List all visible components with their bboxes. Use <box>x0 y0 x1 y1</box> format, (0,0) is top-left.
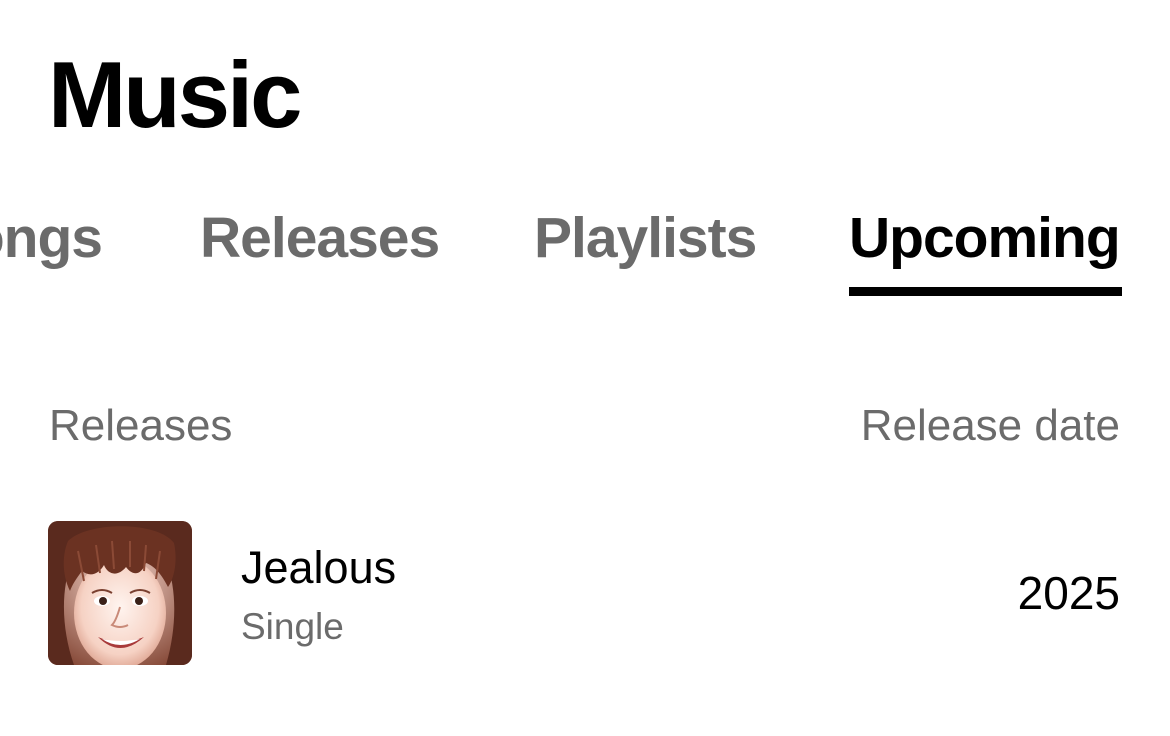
tab-playlists[interactable]: Playlists <box>534 198 757 278</box>
column-header-releases: Releases <box>49 401 233 450</box>
page-title: Music <box>48 42 302 147</box>
tab-bar: ongs Releases Playlists Upcoming <box>0 198 1170 298</box>
active-tab-indicator <box>849 287 1122 296</box>
list-item[interactable]: Jealous Single 2025 <box>0 520 1170 666</box>
release-type: Single <box>241 606 344 647</box>
tab-releases[interactable]: Releases <box>200 198 440 278</box>
tab-upcoming[interactable]: Upcoming <box>849 198 1121 278</box>
column-header-release-date: Release date <box>860 401 1120 450</box>
album-artwork <box>48 521 192 665</box>
release-title: Jealous <box>241 542 397 593</box>
tab-songs[interactable]: ongs <box>0 198 103 278</box>
release-date: 2025 <box>1017 567 1120 619</box>
